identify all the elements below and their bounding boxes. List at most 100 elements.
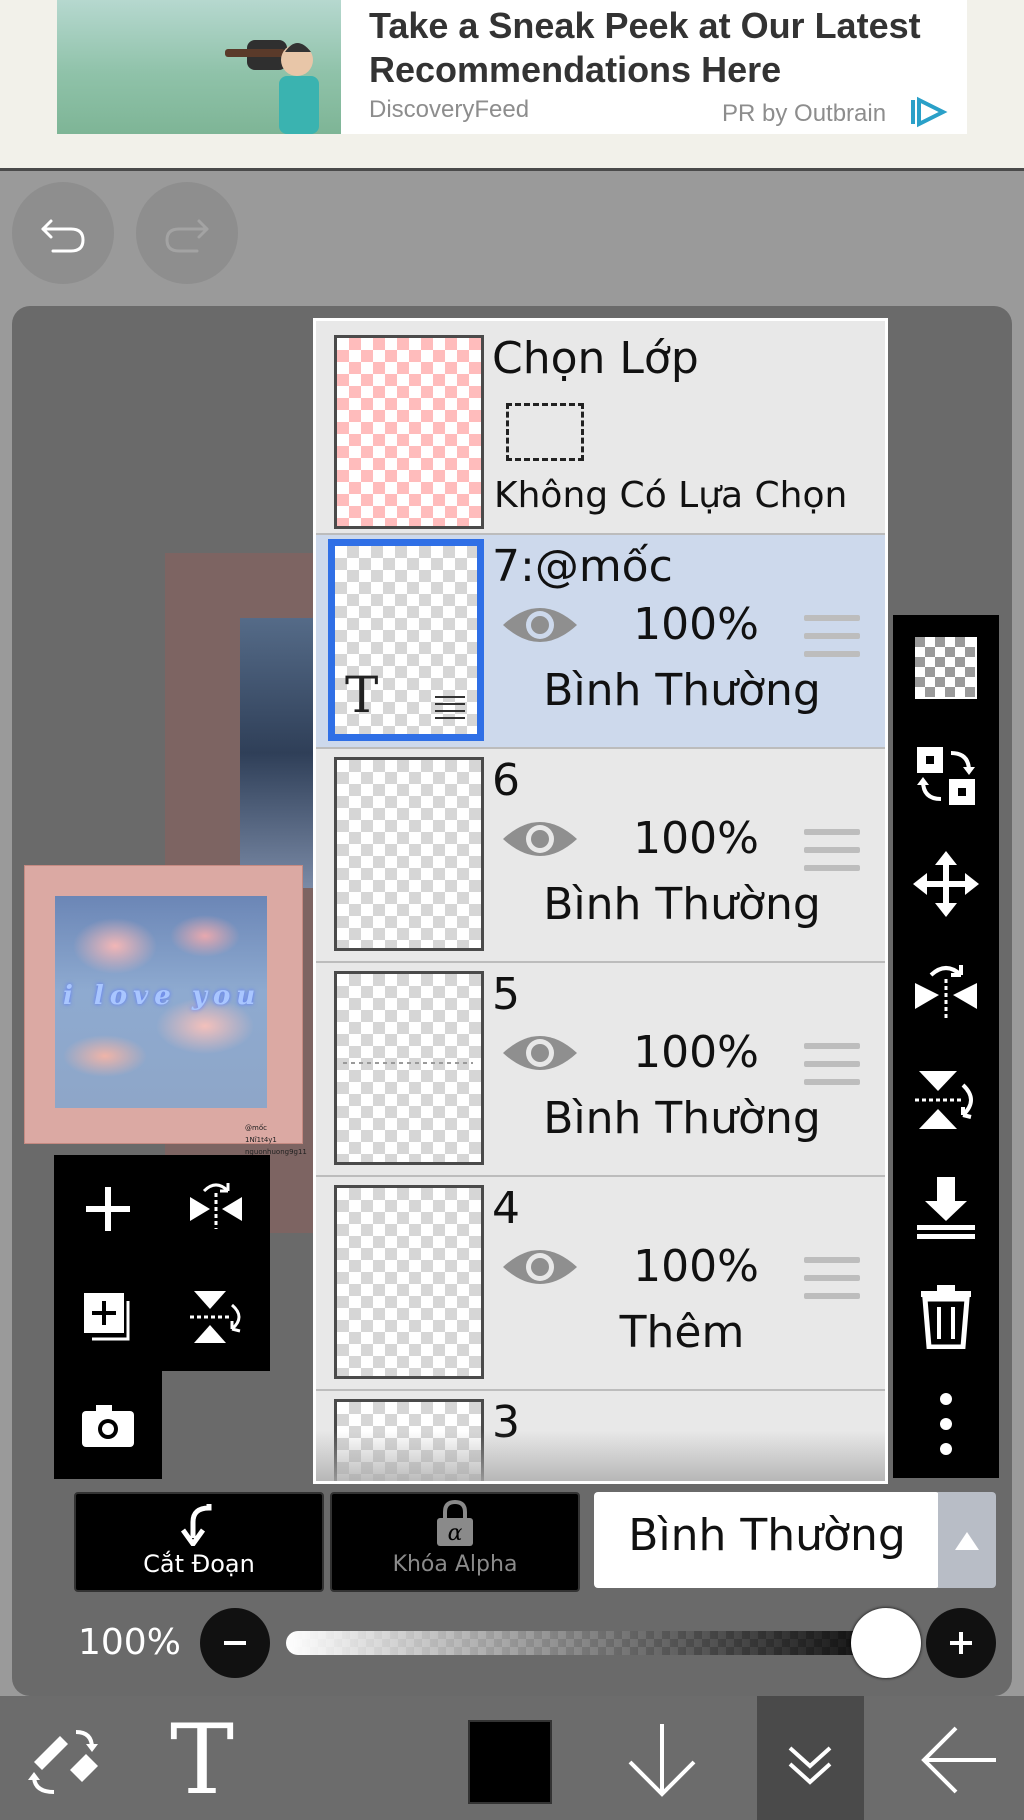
preview-credit: @mốc 1Nĩ1t4y1 nguonhuong9g11	[245, 1122, 307, 1158]
flip-horizontal-icon	[190, 1183, 242, 1229]
minus-icon	[224, 1641, 246, 1645]
selection-layer-row[interactable]: Chọn Lớp Không Có Lựa Chọn	[316, 321, 885, 535]
add-layer-icon	[86, 1187, 130, 1231]
selection-layer-thumbnail	[334, 335, 484, 529]
drag-handle-icon[interactable]	[804, 1043, 860, 1087]
drag-handle-icon[interactable]	[804, 1257, 860, 1301]
down-arrow-icon	[628, 1724, 696, 1797]
blend-mode-dropdown-button[interactable]	[938, 1492, 996, 1588]
alpha-lock-label: Khóa Alpha	[392, 1552, 518, 1577]
delete-layer-button[interactable]	[913, 1283, 979, 1350]
caret-up-icon	[955, 1532, 979, 1550]
opacity-decrease-button[interactable]	[200, 1608, 270, 1678]
blend-mode-select[interactable]: Bình Thường	[594, 1492, 940, 1588]
layer-blend-mode: Bình Thường	[543, 1093, 821, 1144]
redo-button[interactable]	[136, 182, 238, 284]
blend-mode-value: Bình Thường	[628, 1510, 906, 1561]
redo-icon	[165, 219, 209, 253]
add-copy-icon	[84, 1293, 130, 1341]
flip-horizontal-icon	[915, 965, 977, 1019]
visibility-eye-icon[interactable]	[501, 1029, 579, 1077]
transparency-icon	[915, 637, 977, 699]
svg-text:α: α	[448, 1521, 463, 1546]
back-button[interactable]	[916, 1718, 1000, 1802]
layer-thumbnail[interactable]	[334, 1185, 484, 1379]
layer-row[interactable]: 5 100% Bình Thường	[316, 963, 885, 1177]
thumbnail-stroke	[343, 1062, 473, 1064]
layer-row[interactable]: 6 100% Bình Thường	[316, 749, 885, 963]
opacity-increase-button[interactable]	[926, 1608, 996, 1678]
visibility-eye-icon[interactable]	[501, 601, 579, 649]
merge-down-button[interactable]	[913, 1175, 979, 1241]
ad-card[interactable]: Take a Sneak Peek at Our Latest Recommen…	[57, 0, 967, 134]
thumbnail-text-lines	[435, 696, 465, 722]
add-layer-button[interactable]	[54, 1155, 162, 1263]
more-icon	[940, 1393, 952, 1455]
layer-blend-mode: Bình Thường	[543, 665, 821, 716]
text-layer-glyph: T	[345, 666, 379, 724]
camera-icon	[82, 1405, 134, 1447]
move-button[interactable]	[913, 851, 979, 917]
duplicate-layer-button[interactable]	[54, 1263, 162, 1371]
drag-handle-icon[interactable]	[804, 829, 860, 873]
brush-eraser-toggle[interactable]	[20, 1718, 104, 1802]
opacity-slider-thumb[interactable]	[851, 1608, 921, 1678]
visibility-eye-icon[interactable]	[501, 815, 579, 863]
layer-thumbnail[interactable]: T	[328, 539, 484, 741]
transparency-button[interactable]	[913, 635, 979, 701]
layer-opacity: 100%	[633, 1241, 759, 1292]
move-icon	[913, 851, 979, 917]
layer-panel[interactable]: Chọn Lớp Không Có Lựa Chọn T 7:@mốc 100%…	[313, 318, 888, 1484]
merge-down-icon	[917, 1177, 975, 1239]
flip-vertical-button[interactable]	[913, 1067, 979, 1133]
flip-vertical-button[interactable]	[162, 1263, 270, 1371]
alpha-lock-button[interactable]: α Khóa Alpha	[330, 1492, 580, 1592]
collapse-panel-button[interactable]	[774, 1726, 846, 1798]
flip-horizontal-button[interactable]	[913, 959, 979, 1025]
layer-name: 7:@mốc	[492, 541, 673, 592]
layer-row[interactable]: 4 100% Thêm	[316, 1177, 885, 1391]
layer-swap-icon	[917, 747, 975, 805]
layer-opacity: 100%	[633, 813, 759, 864]
flip-horizontal-button[interactable]	[162, 1155, 270, 1263]
ad-banner[interactable]: Take a Sneak Peek at Our Latest Recommen…	[0, 0, 1024, 171]
layer-name: 6	[492, 755, 520, 806]
layer-tools-bar	[893, 615, 999, 1478]
chevron-double-down-icon	[788, 1746, 832, 1785]
text-tool-icon[interactable]: T	[170, 1710, 234, 1810]
layer-thumbnail[interactable]	[334, 757, 484, 951]
credit-line: @mốc	[245, 1124, 267, 1132]
layer-row[interactable]: T 7:@mốc 100% Bình Thường	[316, 535, 885, 749]
opacity-label: 100%	[78, 1622, 181, 1663]
layer-blend-mode: Thêm	[619, 1307, 745, 1358]
color-swatch[interactable]	[468, 1720, 552, 1804]
camera-button[interactable]	[54, 1371, 162, 1479]
layer-swap-button[interactable]	[913, 743, 979, 809]
ad-image[interactable]	[57, 0, 341, 134]
more-options-button[interactable]	[913, 1391, 979, 1457]
trash-icon	[921, 1285, 971, 1350]
ad-source: DiscoveryFeed	[369, 96, 530, 123]
visibility-eye-icon[interactable]	[501, 1243, 579, 1291]
opacity-slider[interactable]	[286, 1631, 886, 1655]
undo-button[interactable]	[12, 182, 114, 284]
drag-handle-icon[interactable]	[804, 615, 860, 659]
clipping-button[interactable]: Cắt Đoạn	[74, 1492, 324, 1592]
clip-arrow-icon	[180, 1504, 212, 1546]
layer-opacity: 100%	[633, 599, 759, 650]
canvas-preview[interactable]: i love you @mốc 1Nĩ1t4y1 nguonhuong9g11	[24, 865, 307, 1156]
clipping-label: Cắt Đoạn	[143, 1550, 255, 1578]
credit-line: 1Nĩ1t4y1	[245, 1136, 277, 1144]
adchoices-icon[interactable]	[909, 96, 949, 128]
download-arrow-button[interactable]	[620, 1718, 704, 1802]
brush-eraser-swap-icon	[28, 1730, 98, 1794]
layer-thumbnail[interactable]	[334, 971, 484, 1165]
selection-layer-title: Chọn Lớp	[492, 333, 699, 384]
layer-blend-mode: Bình Thường	[543, 879, 821, 930]
flip-vertical-icon	[915, 1071, 973, 1129]
preview-image: i love you @mốc 1Nĩ1t4y1 nguonhuong9g11	[55, 896, 307, 1156]
ad-title[interactable]: Take a Sneak Peek at Our Latest Recommen…	[369, 4, 959, 92]
plus-icon	[950, 1632, 972, 1654]
alpha-lock-icon: α	[437, 1500, 473, 1546]
ad-sponsor-label[interactable]: PR by Outbrain	[722, 100, 886, 128]
